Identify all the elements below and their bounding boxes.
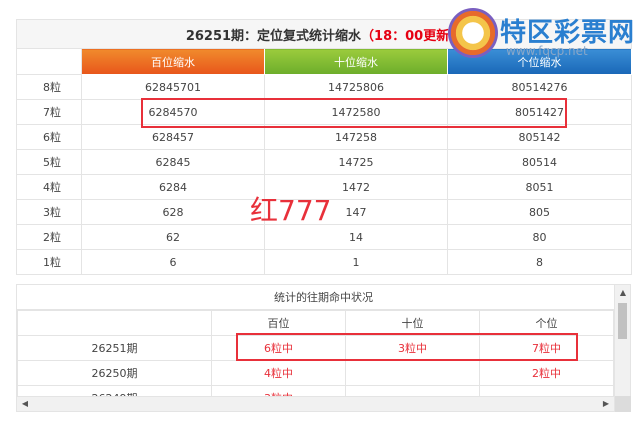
cell-ge: 80514276: [446, 74, 633, 100]
site-logo[interactable]: 特区彩票网 www.fqcp.net: [448, 6, 638, 64]
header-blank: [16, 48, 82, 75]
cell-bai: 628457: [81, 124, 265, 150]
history-header-shi: 十位: [345, 310, 480, 336]
cell-ge: 805142: [446, 124, 633, 150]
history-title: 统计的往期命中状况: [17, 285, 630, 310]
scrollbar-corner: [615, 396, 631, 412]
row-label: 1粒: [16, 249, 82, 275]
cell-ge: 805: [446, 199, 633, 225]
cell-shi: 147258: [264, 124, 448, 150]
table-row: 8粒 62845701 14725806 80514276: [16, 74, 633, 100]
logo-emblem-icon: [448, 8, 498, 58]
row-label: 2粒: [16, 224, 82, 250]
scroll-up-icon[interactable]: ▲: [615, 285, 630, 301]
cell-bai: 628: [81, 199, 265, 225]
scroll-right-icon[interactable]: ▶: [598, 397, 614, 411]
horizontal-scrollbar[interactable]: ◀ ▶: [16, 396, 615, 412]
header-bai: 百位缩水: [81, 48, 265, 75]
row-label: 7粒: [16, 99, 82, 125]
cell-ge: 80514: [446, 149, 633, 175]
scroll-left-icon[interactable]: ◀: [17, 397, 33, 411]
cell-shi: 14725806: [264, 74, 448, 100]
history-shi: [345, 360, 480, 386]
history-header-bai: 百位: [211, 310, 346, 336]
history-period: 26250期: [17, 360, 212, 386]
scroll-thumb[interactable]: [618, 303, 627, 339]
row-label: 6粒: [16, 124, 82, 150]
page-title: 26251期：定位复式统计缩水: [185, 28, 362, 44]
row-label: 3粒: [16, 199, 82, 225]
history-header-row: 百位 十位 个位: [17, 310, 614, 336]
cell-ge: 80: [446, 224, 633, 250]
row-label: 8粒: [16, 74, 82, 100]
vertical-scrollbar[interactable]: ▲ ▼: [614, 285, 630, 409]
cell-bai: 62845: [81, 149, 265, 175]
cell-bai: 62845701: [81, 74, 265, 100]
history-ge: 2粒中: [479, 360, 614, 386]
history-row: 26250期 4粒中 2粒中: [17, 360, 614, 386]
cell-ge: 8: [446, 249, 633, 275]
table-row: 1粒 6 1 8: [16, 249, 633, 275]
logo-url: www.fqcp.net: [506, 44, 588, 58]
cell-ge: 8051: [446, 174, 633, 200]
cell-bai: 62: [81, 224, 265, 250]
history-period: 26251期: [17, 335, 212, 361]
row-label: 4粒: [16, 174, 82, 200]
row-label: 5粒: [16, 149, 82, 175]
cell-shi: 14725: [264, 149, 448, 175]
cell-bai: 6284: [81, 174, 265, 200]
highlight-box-26251: [236, 333, 578, 361]
table-row: 5粒 62845 14725 80514: [16, 149, 633, 175]
cell-shi: 1: [264, 249, 448, 275]
table-row: 6粒 628457 147258 805142: [16, 124, 633, 150]
handwritten-annotation: 红777: [250, 194, 332, 227]
history-bai: 4粒中: [211, 360, 346, 386]
cell-bai: 6: [81, 249, 265, 275]
history-header-blank: [17, 310, 212, 336]
history-header-ge: 个位: [479, 310, 614, 336]
highlight-box-7: [141, 98, 567, 128]
header-shi: 十位缩水: [264, 48, 448, 75]
